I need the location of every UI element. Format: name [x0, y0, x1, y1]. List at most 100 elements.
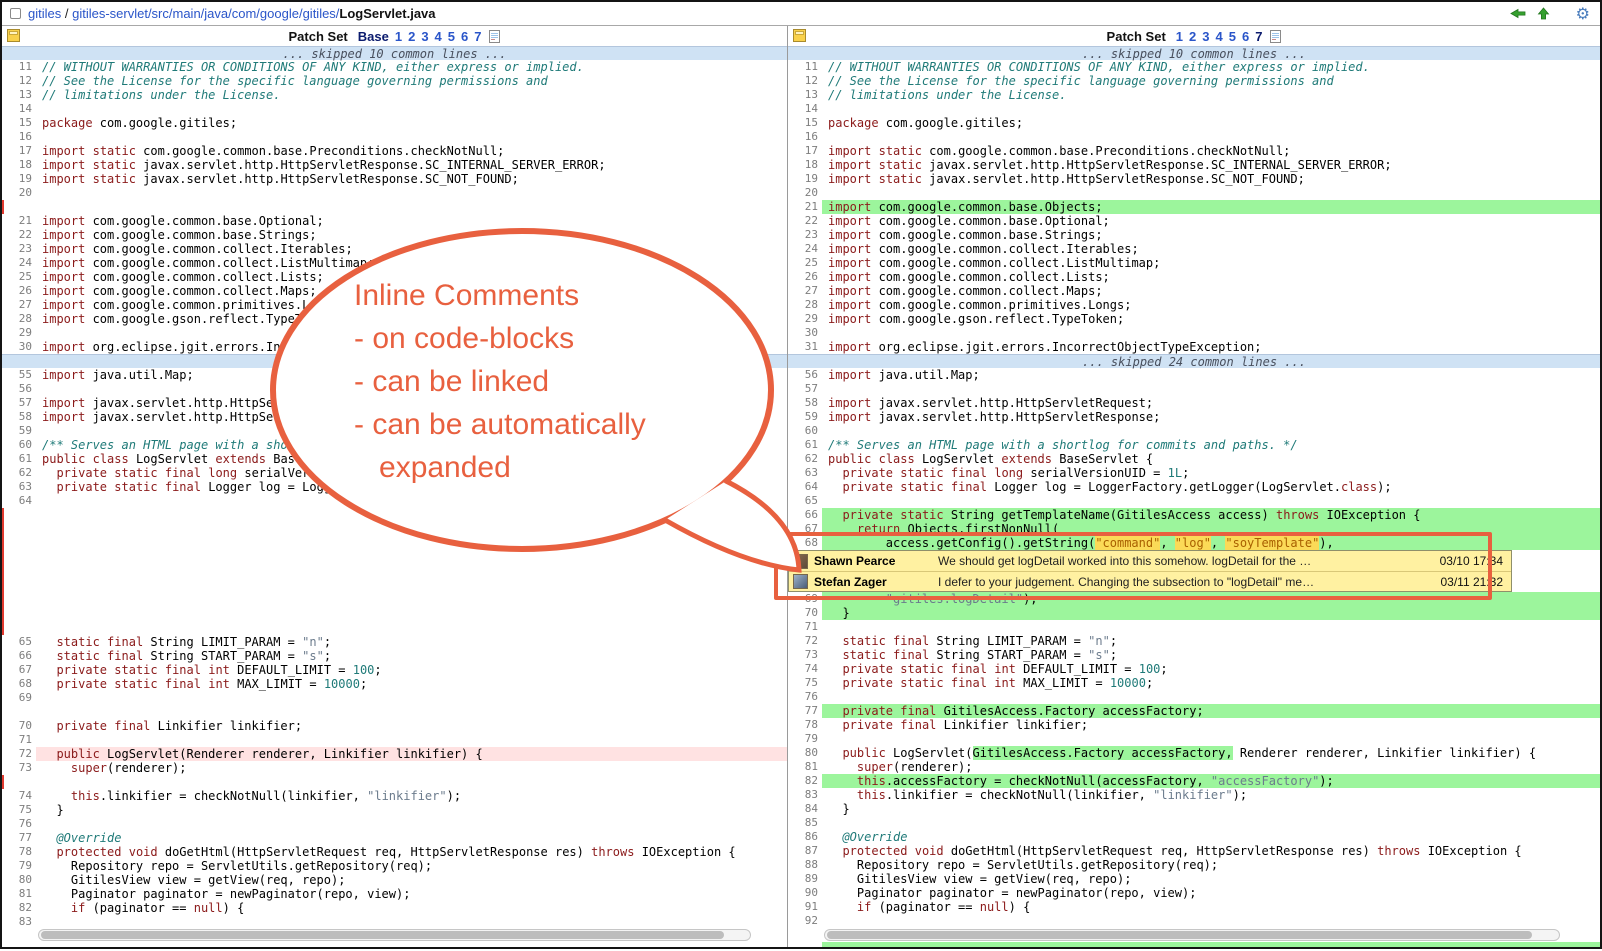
line-number[interactable]: 72 — [792, 634, 822, 648]
line-number[interactable]: 65 — [6, 635, 36, 649]
line-number[interactable]: 81 — [792, 760, 822, 774]
line-number[interactable]: 14 — [792, 102, 822, 116]
line-number[interactable]: 73 — [6, 761, 36, 775]
breadcrumb-repo-link[interactable]: gitiles — [28, 6, 61, 21]
line-number[interactable]: 60 — [792, 424, 822, 438]
line-number[interactable]: 69 — [6, 691, 36, 705]
line-number[interactable]: 58 — [792, 396, 822, 410]
line-number[interactable]: 75 — [6, 803, 36, 817]
line-number[interactable]: 80 — [792, 746, 822, 760]
line-number[interactable]: 88 — [792, 858, 822, 872]
inline-comment[interactable]: Stefan ZagerI defer to your judgement. C… — [789, 571, 1511, 591]
line-number[interactable]: 89 — [792, 872, 822, 886]
line-number[interactable]: 82 — [792, 774, 822, 788]
line-number[interactable]: 78 — [792, 718, 822, 732]
line-number[interactable]: 68 — [6, 677, 36, 691]
patchset-link-5[interactable]: 5 — [1229, 29, 1236, 44]
line-number[interactable]: 62 — [792, 452, 822, 466]
line-number[interactable]: 25 — [6, 270, 36, 284]
line-number[interactable]: 19 — [792, 172, 822, 186]
patchset-doc-icon[interactable] — [489, 30, 500, 43]
line-number[interactable]: 60 — [6, 438, 36, 452]
scrollbar-thumb[interactable] — [41, 931, 724, 939]
line-number[interactable]: 30 — [6, 340, 36, 354]
expand-file-icon[interactable] — [793, 29, 806, 42]
settings-icon[interactable]: ⚙ — [1576, 6, 1590, 22]
line-number[interactable]: 26 — [6, 284, 36, 298]
line-number[interactable]: 67 — [6, 663, 36, 677]
line-number[interactable]: 68 — [792, 536, 822, 550]
line-number[interactable]: 77 — [6, 831, 36, 845]
horizontal-scrollbar-left[interactable] — [38, 929, 751, 941]
line-number[interactable]: 17 — [792, 144, 822, 158]
line-number[interactable]: 72 — [6, 747, 36, 761]
line-number[interactable]: 15 — [792, 116, 822, 130]
patchset-link-2[interactable]: 2 — [1189, 29, 1196, 44]
line-number[interactable]: 21 — [6, 214, 36, 228]
line-number[interactable]: 83 — [6, 915, 36, 929]
line-number[interactable]: 66 — [6, 649, 36, 663]
patchset-link-2[interactable]: 2 — [408, 29, 415, 44]
line-number[interactable]: 22 — [792, 214, 822, 228]
horizontal-scrollbar-right[interactable] — [824, 929, 1560, 941]
patchset-doc-icon[interactable] — [1270, 30, 1281, 43]
line-number[interactable]: 63 — [6, 480, 36, 494]
patchset-link-3[interactable]: 3 — [421, 29, 428, 44]
line-number[interactable]: 90 — [792, 886, 822, 900]
patchset-link-6[interactable]: 6 — [1242, 29, 1249, 44]
line-number[interactable]: 74 — [792, 662, 822, 676]
line-number[interactable]: 71 — [792, 620, 822, 634]
line-number[interactable]: 21 — [792, 200, 822, 214]
inline-comment[interactable]: Shawn PearceWe should get logDetail work… — [789, 551, 1511, 571]
line-number[interactable]: 18 — [792, 158, 822, 172]
line-number[interactable]: 83 — [792, 788, 822, 802]
patchset-link-4[interactable]: 4 — [1216, 29, 1223, 44]
line-number[interactable]: 24 — [6, 256, 36, 270]
line-number[interactable]: 28 — [6, 312, 36, 326]
line-number[interactable]: 80 — [6, 873, 36, 887]
line-number[interactable]: 79 — [792, 732, 822, 746]
line-number[interactable]: 22 — [6, 228, 36, 242]
skipped-lines-banner[interactable]: ... skipped 24 common lines ... — [788, 354, 1600, 368]
line-number[interactable]: 59 — [6, 424, 36, 438]
line-number[interactable]: 23 — [792, 228, 822, 242]
line-number[interactable]: 28 — [792, 298, 822, 312]
line-number[interactable]: 65 — [792, 494, 822, 508]
line-number[interactable]: 11 — [792, 60, 822, 74]
line-number[interactable]: 79 — [6, 859, 36, 873]
line-number[interactable]: 86 — [792, 830, 822, 844]
line-number[interactable]: 19 — [6, 172, 36, 186]
line-number[interactable]: 23 — [6, 242, 36, 256]
line-number[interactable]: 61 — [792, 438, 822, 452]
patchset-link-base[interactable]: Base — [358, 29, 389, 44]
line-number[interactable]: 14 — [6, 102, 36, 116]
line-number[interactable]: 18 — [6, 158, 36, 172]
line-number[interactable]: 20 — [6, 186, 36, 200]
skipped-lines-banner[interactable]: ... skipped 24 common lines ... — [2, 354, 787, 368]
line-number[interactable]: 17 — [6, 144, 36, 158]
line-number[interactable]: 13 — [792, 88, 822, 102]
scrollbar-thumb[interactable] — [827, 931, 1532, 939]
line-number[interactable]: 12 — [6, 74, 36, 88]
line-number[interactable]: 75 — [792, 676, 822, 690]
up-to-change-icon[interactable] — [1536, 6, 1551, 21]
patchset-link-3[interactable]: 3 — [1202, 29, 1209, 44]
line-number[interactable]: 27 — [6, 298, 36, 312]
line-number[interactable]: 71 — [6, 733, 36, 747]
line-number[interactable]: 84 — [792, 802, 822, 816]
line-number[interactable]: 26 — [792, 270, 822, 284]
line-number[interactable]: 66 — [792, 508, 822, 522]
line-number[interactable]: 63 — [792, 466, 822, 480]
line-number[interactable]: 58 — [6, 410, 36, 424]
line-number[interactable]: 62 — [6, 466, 36, 480]
line-number[interactable]: 27 — [792, 284, 822, 298]
line-number[interactable]: 15 — [6, 116, 36, 130]
patchset-link-5[interactable]: 5 — [448, 29, 455, 44]
line-number[interactable]: 73 — [792, 648, 822, 662]
patchset-link-1[interactable]: 1 — [395, 29, 402, 44]
line-number[interactable]: 56 — [792, 368, 822, 382]
line-number[interactable]: 56 — [6, 382, 36, 396]
line-number[interactable]: 67 — [792, 522, 822, 536]
line-number[interactable]: 25 — [792, 256, 822, 270]
line-number[interactable]: 59 — [792, 410, 822, 424]
